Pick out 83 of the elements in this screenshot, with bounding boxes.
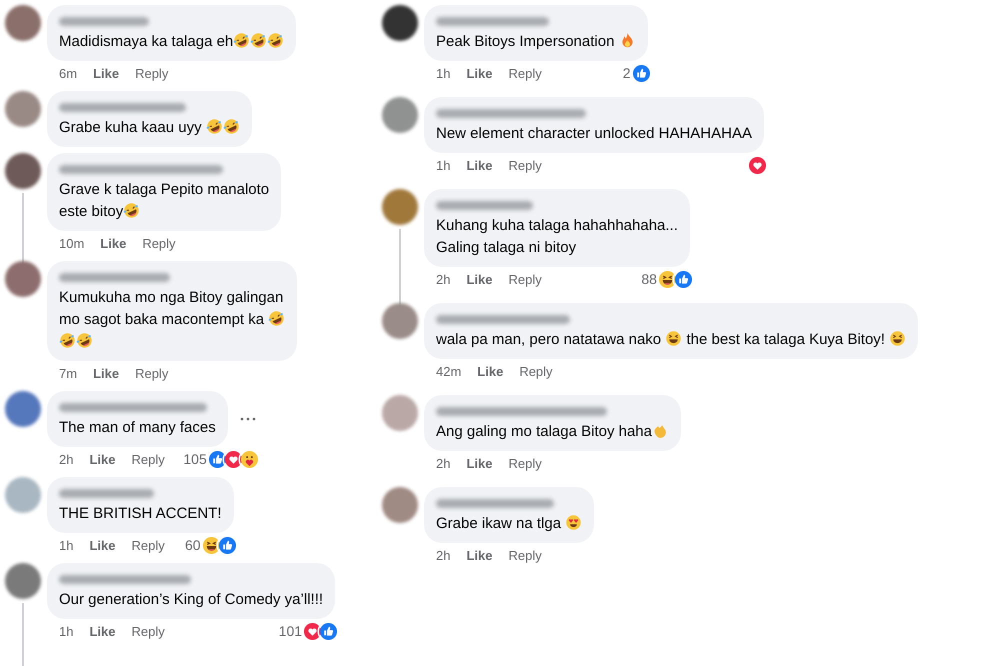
rofl-emoji-icon (76, 332, 93, 349)
avatar[interactable] (382, 5, 418, 41)
comment-time[interactable]: 6m (59, 66, 78, 80)
like-link[interactable]: Like (100, 236, 126, 250)
comment-text: Grabe ikaw na tlga (436, 515, 562, 532)
comment-text: Peak Bitoys Impersonation (436, 33, 616, 50)
reaction-count[interactable]: 88 (641, 271, 657, 287)
haha-reaction-icon[interactable] (202, 536, 221, 554)
comment-text: mo sagot baka macontempt ka (59, 311, 266, 328)
like-link[interactable]: Like (93, 66, 120, 80)
comment-text: Kuhang kuha talaga hahahhahaha... Galing talaga ni bitoy (436, 217, 678, 256)
comment-time[interactable]: 1h (436, 66, 450, 80)
reply-link[interactable]: Reply (519, 364, 553, 378)
laugh-emoji-icon (889, 330, 906, 347)
like-link[interactable]: Like (89, 538, 116, 552)
rofl-emoji-icon (222, 118, 240, 135)
reply-link[interactable]: Reply (508, 272, 542, 286)
rofl-emoji-icon (59, 332, 76, 349)
comment-text: The man of many faces (59, 419, 216, 436)
rofl-emoji-icon (233, 32, 250, 49)
like-reaction-icon[interactable] (674, 270, 693, 288)
rofl-emoji-icon (206, 118, 223, 135)
comment-time[interactable]: 42m (436, 364, 462, 378)
like-link[interactable]: Like (466, 66, 492, 80)
more-options-icon[interactable] (240, 417, 256, 421)
like-link[interactable]: Like (466, 456, 492, 470)
rofl-emoji-icon (267, 32, 284, 49)
comment-text: Kumukuha mo nga Bitoy galingan (59, 289, 284, 306)
reaction-count[interactable]: 101 (278, 623, 302, 639)
reply-link[interactable]: Reply (508, 158, 542, 172)
like-reaction-icon[interactable] (319, 622, 338, 640)
heart-eyes-emoji-icon (565, 514, 582, 531)
reply-link[interactable]: Reply (131, 452, 165, 466)
like-reaction-icon[interactable] (208, 450, 227, 468)
like-link[interactable]: Like (466, 548, 492, 562)
like-link[interactable]: Like (466, 272, 492, 286)
comment-text: este bitoy (59, 203, 124, 220)
like-reaction-icon[interactable] (218, 536, 237, 554)
laugh-emoji-icon (665, 330, 682, 347)
comment-text: Our generation’s King of Comedy ya’ll!!! (59, 591, 324, 608)
love-reaction-icon[interactable] (303, 622, 322, 640)
rofl-emoji-icon (123, 202, 140, 219)
like-link[interactable]: Like (89, 624, 116, 638)
love-reaction-icon[interactable] (224, 450, 243, 468)
like-link[interactable]: Like (466, 158, 492, 172)
comment-text: Grabe kuha kaau uyy (59, 119, 203, 136)
comment-text: THE BRITISH ACCENT! (59, 505, 222, 522)
like-reaction-icon[interactable] (632, 64, 651, 82)
comment-time[interactable]: 2h (436, 272, 450, 286)
rofl-emoji-icon (268, 310, 286, 327)
comment-time[interactable]: 7m (59, 366, 78, 380)
like-link[interactable]: Like (477, 364, 504, 378)
reaction-count[interactable]: 105 (183, 451, 207, 467)
reaction-count[interactable]: 60 (184, 537, 201, 553)
comment-time[interactable]: 1h (436, 158, 450, 172)
reply-link[interactable]: Reply (142, 236, 176, 250)
reply-link[interactable]: Reply (508, 456, 542, 470)
reaction-count[interactable]: 2 (622, 65, 631, 81)
comment-text: Madidismaya ka talaga eh (59, 33, 234, 50)
reply-link[interactable]: Reply (508, 66, 542, 80)
reply-link[interactable]: Reply (135, 366, 168, 380)
rofl-emoji-icon (250, 32, 268, 49)
like-link[interactable]: Like (93, 366, 120, 380)
comment-time[interactable]: 10m (59, 236, 84, 250)
reply-link[interactable]: Reply (131, 538, 165, 552)
comment-time[interactable]: 1h (59, 624, 74, 638)
like-link[interactable]: Like (89, 452, 116, 466)
reply-link[interactable]: Reply (131, 624, 165, 638)
avatar[interactable] (5, 153, 41, 189)
comment-time[interactable]: 1h (59, 538, 74, 552)
comment-time[interactable]: 2h (436, 456, 450, 470)
care-reaction-icon[interactable] (240, 450, 259, 468)
reply-link[interactable]: Reply (508, 548, 542, 562)
love-reaction-icon[interactable] (748, 156, 767, 174)
comment-text: wala pa man, pero natatawa nako (436, 331, 662, 348)
comment-text: Grave k talaga Pepito manaloto (59, 181, 270, 198)
comment-time[interactable]: 2h (436, 548, 450, 562)
haha-reaction-icon[interactable] (658, 270, 677, 288)
comment-text: New element character unlocked HAHAHAHAA (436, 125, 752, 142)
comment-text: Ang galing mo talaga Bitoy haha (436, 423, 652, 440)
comment-time[interactable]: 2h (59, 452, 74, 466)
comment-text: the best ka talaga Kuya Bitoy! (685, 331, 886, 348)
reply-link[interactable]: Reply (135, 66, 168, 80)
